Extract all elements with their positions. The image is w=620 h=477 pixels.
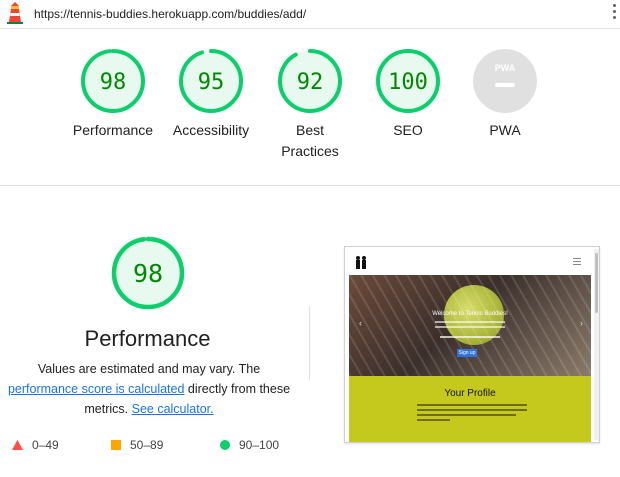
fail-triangle-icon [12,440,23,450]
carousel-next-icon: › [580,318,583,328]
legend-range: 0–49 [32,438,59,452]
hero-signup-button: Sign up [457,349,477,357]
screenshot-profile-section: Your Profile [349,376,591,442]
average-square-icon [111,440,121,450]
gauge-label: SEO [393,122,423,138]
gauge-ring: 92 [278,49,342,113]
pass-circle-icon [220,440,230,450]
pwa-badge-icon: PWA [473,49,537,113]
gauge-label: Accessibility [172,122,250,138]
hero-title: Welcome to Tennis Buddies! [432,311,508,317]
more-options-icon[interactable] [612,4,618,22]
gauge-label: Performance [72,122,154,138]
pwa-badge-text: PWA [495,63,516,73]
url-bar: https://tennis-buddies.herokuapp.com/bud… [0,0,620,28]
gauge-label: PWA [489,122,521,138]
screenshot-hero: Welcome to Tennis Buddies! Sign up ‹ › [349,275,591,376]
carousel-prev-icon: ‹ [359,318,362,328]
gauge-score: 95 [198,70,225,95]
divider [0,28,620,29]
gauge-ring: 95 [179,49,243,113]
performance-title: Performance [84,326,211,351]
legend-pass: 90–100 [220,438,279,452]
performance-score: 98 [133,259,163,288]
gauge-ring: 100 [376,49,440,113]
legend-range: 90–100 [239,438,280,452]
performance-gauge-large: 98 [111,236,185,310]
profile-title: Your Profile [444,388,496,399]
final-screenshot[interactable]: Welcome to Tennis Buddies! Sign up ‹ › Y… [344,246,600,443]
divider [309,306,310,380]
profile-text [417,404,527,424]
screenshot-navbar [345,247,591,275]
lighthouse-icon [7,2,23,24]
hero-text [435,321,505,338]
gauge-label: Best Practices [281,122,339,159]
legend-fail: 0–49 [12,438,59,452]
screenshot-scrollbar [594,249,599,440]
gauge-accessibility[interactable]: 95 Accessibility [166,48,256,141]
gauge-score: 98 [100,70,127,95]
site-logo-icon [356,256,366,269]
performance-description: Values are estimated and may vary. The p… [4,359,294,419]
page-url[interactable]: https://tennis-buddies.herokuapp.com/bud… [34,7,306,21]
gauge-score: 92 [297,70,324,95]
gauge-seo[interactable]: 100 SEO [363,48,453,141]
desc-text: Values are estimated and may vary. The [37,362,261,376]
gauge-ring: 98 [81,49,145,113]
gauge-performance[interactable]: 98 Performance [68,48,158,141]
see-calculator-link[interactable]: See calculator. [132,402,214,416]
gauge-pwa[interactable]: PWA PWA [460,48,550,141]
gauge-best-practices[interactable]: 92 Best Practices [265,48,355,162]
gauge-ring: 98 [111,236,185,310]
divider [0,185,620,186]
hamburger-icon [573,258,581,265]
score-calculated-link[interactable]: performance score is calculated [8,382,184,396]
legend-range: 50–89 [130,438,164,452]
gauge-score: 100 [388,70,428,95]
legend-average: 50–89 [111,438,163,452]
